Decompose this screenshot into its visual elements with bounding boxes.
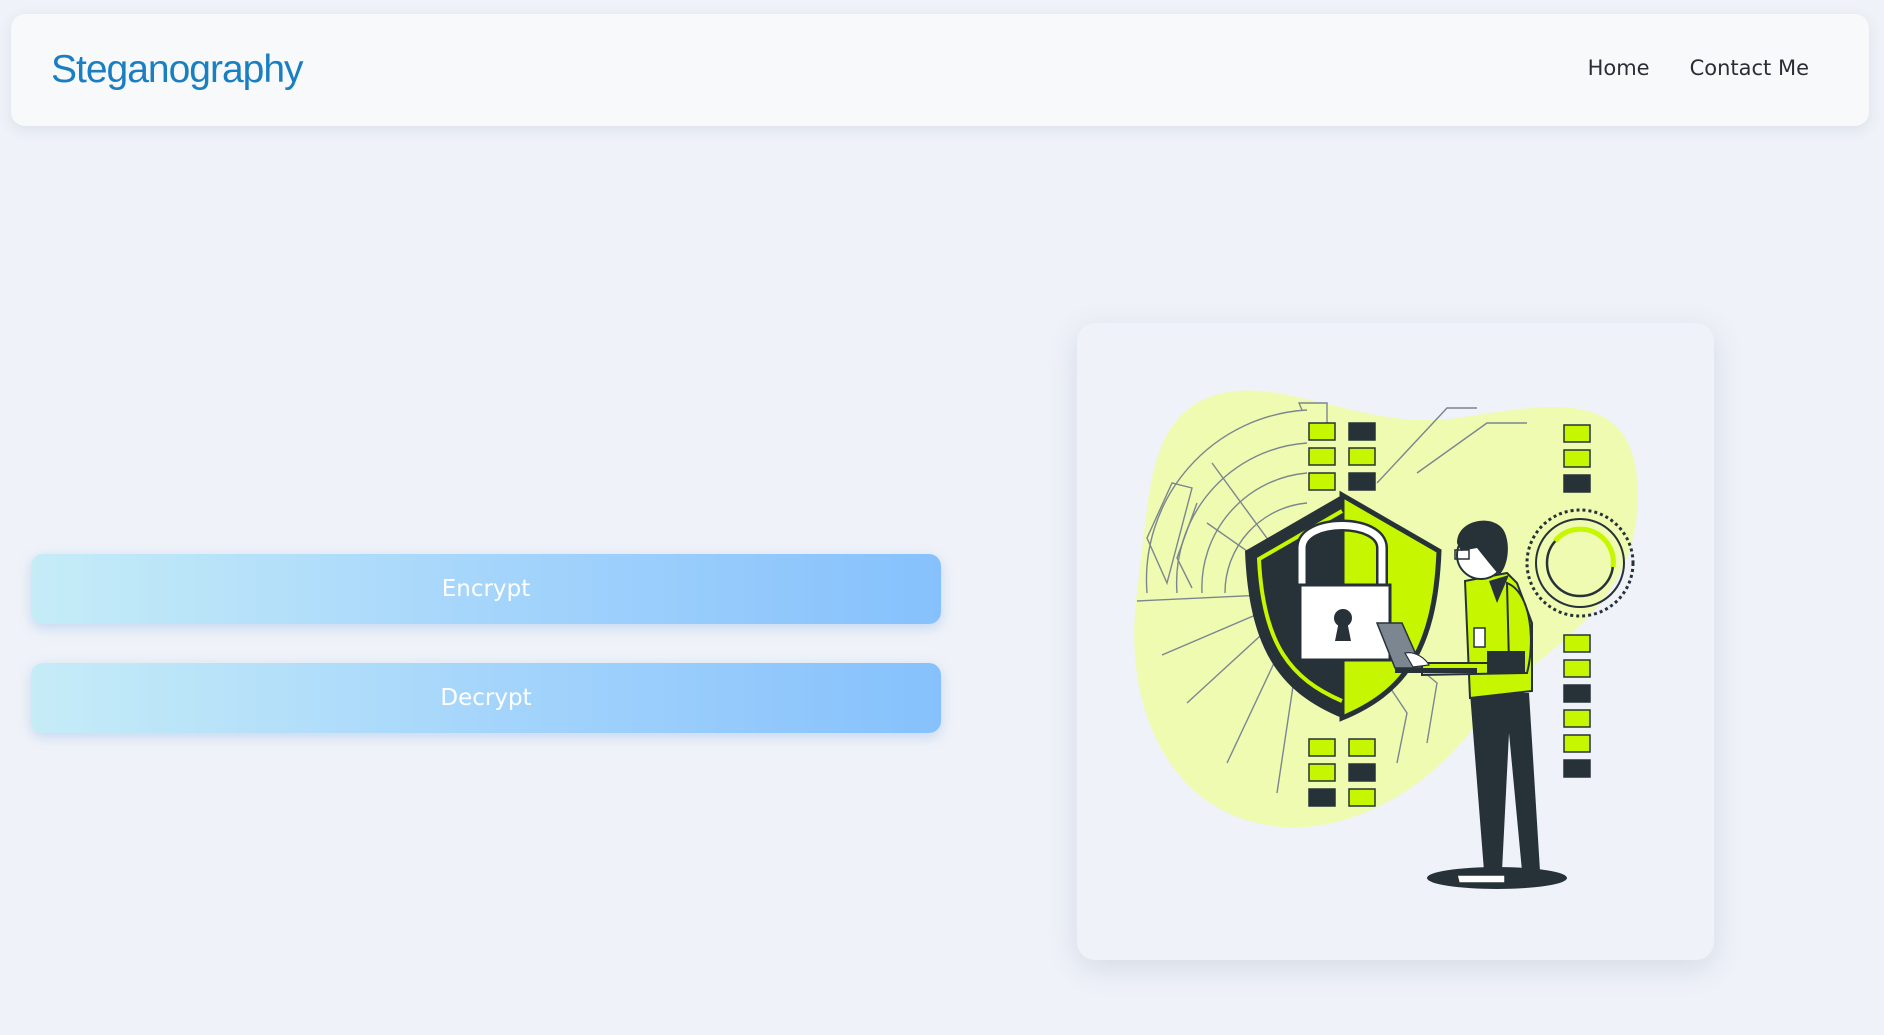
decrypt-button[interactable]: Decrypt [31,663,941,733]
security-illustration [1134,390,1638,889]
illustration-card [1077,323,1714,960]
nav-contact-link[interactable]: Contact Me [1690,56,1809,80]
nav-menu: Home Contact Me [1588,56,1809,80]
brand-logo[interactable]: Steganography [51,48,304,92]
top-navbar: Steganography Home Contact Me [11,14,1869,126]
nav-home-link[interactable]: Home [1588,56,1650,80]
encrypt-button[interactable]: Encrypt [31,554,941,624]
